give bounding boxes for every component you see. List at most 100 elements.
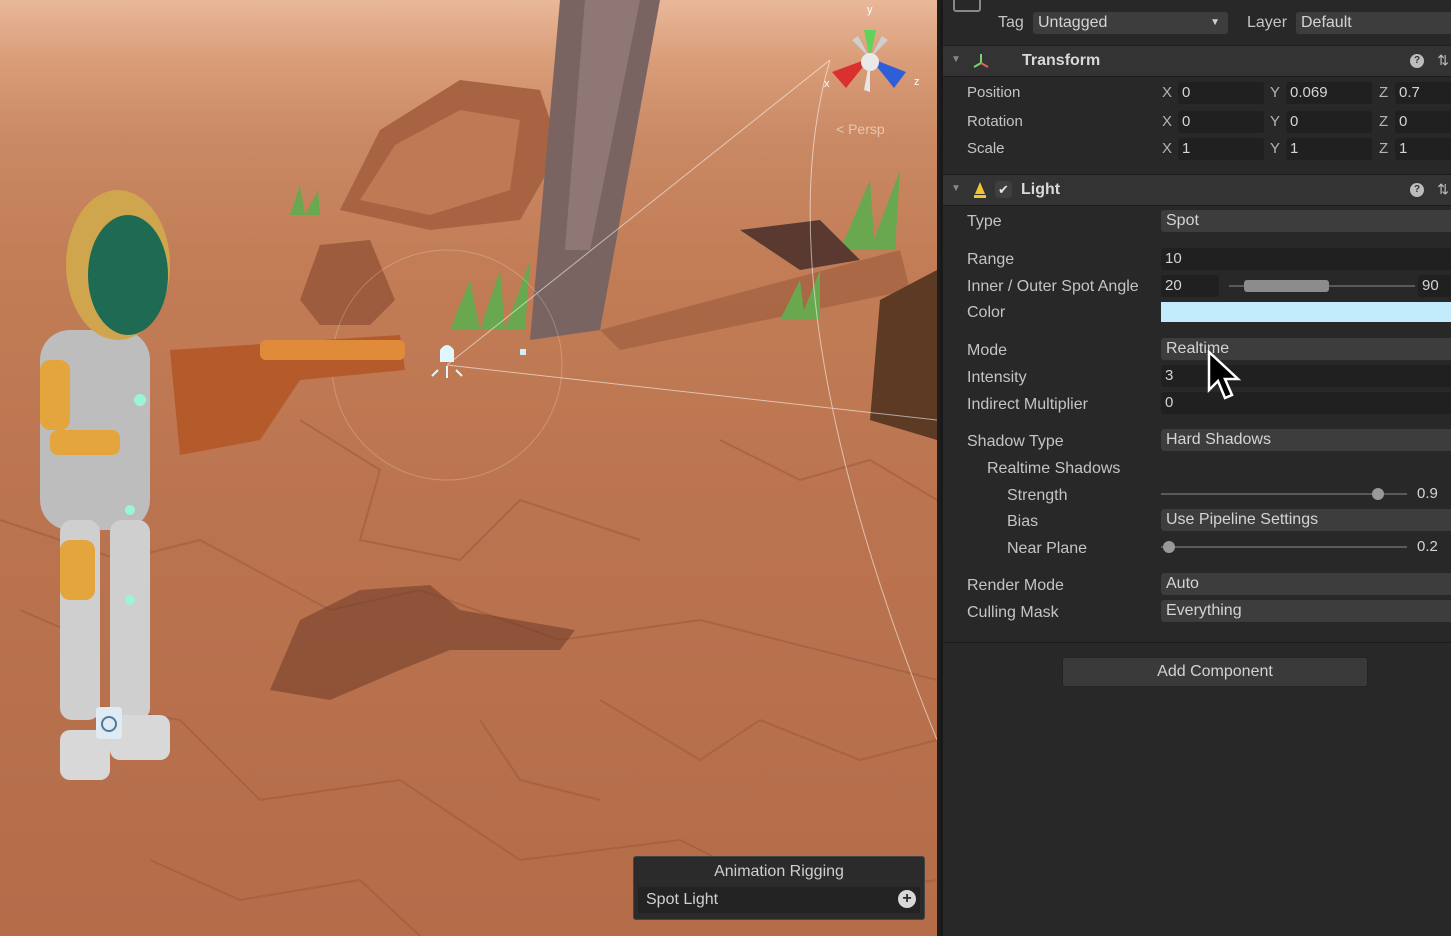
mode-label: Mode <box>967 342 1008 359</box>
layer-value: Default <box>1301 14 1352 31</box>
position-x-field[interactable]: 0 <box>1178 82 1264 104</box>
axis-x-label[interactable]: X <box>1162 113 1172 130</box>
bias-label: Bias <box>1007 513 1039 530</box>
help-icon[interactable]: ? <box>1410 183 1424 197</box>
intensity-field[interactable]: 3 <box>1161 365 1451 387</box>
position-row: Position X 0 Y 0.069 Z 0.7 <box>943 81 1451 105</box>
scene-view[interactable]: y x z < Persp Animation Rigging Spot Lig… <box>0 0 937 936</box>
light-header[interactable]: ▼ ✔ Light ? ⇅ <box>943 174 1451 206</box>
culling-mask-label: Culling Mask <box>967 604 1059 621</box>
position-z-field[interactable]: 0.7 <box>1395 82 1451 104</box>
rotation-label: Rotation <box>967 113 1023 130</box>
spot-light-icon <box>431 345 463 378</box>
scene-render <box>0 0 937 936</box>
chevron-down-icon: ▼ <box>1210 17 1220 28</box>
light-enabled-checkbox[interactable]: ✔ <box>995 181 1012 198</box>
scale-z-field[interactable]: 1 <box>1395 138 1451 160</box>
projection-label[interactable]: < Persp <box>836 121 885 137</box>
strength-field[interactable]: 0.9 <box>1413 483 1451 505</box>
help-icon[interactable]: ? <box>1410 54 1424 68</box>
settings-icon[interactable]: ⇅ <box>1437 52 1449 69</box>
rotation-y-field[interactable]: 0 <box>1286 111 1372 133</box>
scale-x-field[interactable]: 1 <box>1178 138 1264 160</box>
rotation-z-field[interactable]: 0 <box>1395 111 1451 133</box>
range-label: Range <box>967 251 1015 268</box>
bias-dropdown[interactable]: Use Pipeline Settings <box>1161 509 1451 531</box>
intensity-label: Intensity <box>967 369 1027 386</box>
transform-icon <box>973 54 989 68</box>
tag-value: Untagged <box>1038 14 1108 31</box>
render-mode-label: Render Mode <box>967 577 1064 594</box>
axis-z-label[interactable]: Z <box>1379 113 1388 130</box>
tag-dropdown[interactable]: Untagged ▼ <box>1033 12 1228 34</box>
realtime-shadows-label: Realtime Shadows <box>987 460 1121 477</box>
type-dropdown[interactable]: Spot <box>1161 210 1451 232</box>
transform-title: Transform <box>1022 52 1101 69</box>
outer-angle-field[interactable]: 90 <box>1418 275 1451 297</box>
indirect-multiplier-label: Indirect Multiplier <box>967 396 1088 413</box>
animation-rigging-overlay: Animation Rigging Spot Light + <box>633 856 925 920</box>
tag-label: Tag <box>998 14 1024 31</box>
axis-y-label[interactable]: Y <box>1270 140 1280 157</box>
color-swatch[interactable] <box>1161 302 1451 322</box>
strength-slider-knob[interactable] <box>1371 488 1384 500</box>
axis-x-label[interactable]: X <box>1162 84 1172 101</box>
position-label: Position <box>967 84 1021 101</box>
inspector-panel: Tag Untagged ▼ Layer Default ▼ Transform… <box>940 0 1451 936</box>
add-component-button[interactable]: Add Component <box>1062 657 1368 687</box>
axis-z-label[interactable]: Z <box>1379 84 1388 101</box>
animator-icon <box>96 707 122 739</box>
near-plane-label: Near Plane <box>1007 540 1088 557</box>
shadow-type-label: Shadow Type <box>967 433 1064 450</box>
spot-light-item-label: Spot Light <box>646 891 719 908</box>
gizmo-z-label: z <box>914 76 920 88</box>
position-y-field[interactable]: 0.069 <box>1286 82 1372 104</box>
gizmo-x-label: x <box>824 78 830 90</box>
slider-track <box>1161 546 1407 548</box>
strength-label: Strength <box>1007 487 1068 504</box>
add-icon[interactable]: + <box>898 890 916 908</box>
axis-y-label[interactable]: Y <box>1270 84 1280 101</box>
gizmo-y-label: y <box>867 4 873 16</box>
color-label: Color <box>967 304 1006 321</box>
near-plane-slider[interactable] <box>1161 539 1407 555</box>
light-bulb-icon <box>974 182 986 198</box>
light-handle <box>520 349 526 355</box>
shadow-type-dropdown[interactable]: Hard Shadows <box>1161 429 1451 451</box>
transform-header[interactable]: ▼ Transform ? ⇅ <box>943 45 1451 77</box>
indirect-multiplier-field[interactable]: 0 <box>1161 392 1451 414</box>
culling-mask-dropdown[interactable]: Everything <box>1161 600 1451 622</box>
range-field[interactable]: 10 <box>1161 248 1451 270</box>
slider-track <box>1161 493 1407 495</box>
rotation-x-field[interactable]: 0 <box>1178 111 1264 133</box>
overlay-title: Animation Rigging <box>714 863 844 880</box>
scale-y-field[interactable]: 1 <box>1286 138 1372 160</box>
layer-dropdown[interactable]: Default <box>1296 12 1451 34</box>
spot-angle-label: Inner / Outer Spot Angle <box>967 278 1139 295</box>
orientation-gizmo[interactable]: y x z <box>818 4 928 110</box>
rock-small <box>300 240 395 325</box>
mode-dropdown[interactable]: Realtime <box>1161 338 1451 360</box>
axis-x-label[interactable]: X <box>1162 140 1172 157</box>
mouse-cursor-icon <box>1207 350 1242 400</box>
render-mode-dropdown[interactable]: Auto <box>1161 573 1451 595</box>
component-divider <box>943 642 1451 643</box>
rotation-row: Rotation X 0 Y 0 Z 0 <box>943 110 1451 134</box>
axis-y-label[interactable]: Y <box>1270 113 1280 130</box>
overlay-list-item[interactable]: Spot Light + <box>638 887 920 913</box>
strength-slider[interactable] <box>1161 486 1407 502</box>
spot-angle-min-max-slider[interactable] <box>1229 278 1415 294</box>
foldout-arrow-icon[interactable]: ▼ <box>951 183 961 194</box>
gameobject-icon <box>953 0 981 12</box>
axis-z-label[interactable]: Z <box>1379 140 1388 157</box>
inner-angle-field[interactable]: 20 <box>1161 275 1219 297</box>
scale-row: Scale X 1 Y 1 Z 1 <box>943 137 1451 161</box>
light-title: Light <box>1021 181 1061 198</box>
scale-label: Scale <box>967 140 1005 157</box>
settings-icon[interactable]: ⇅ <box>1437 181 1449 198</box>
near-plane-slider-knob[interactable] <box>1163 541 1175 553</box>
foldout-arrow-icon[interactable]: ▼ <box>951 54 961 65</box>
axis-gizmo-icon <box>832 30 906 92</box>
slider-range-handle[interactable] <box>1244 280 1329 292</box>
near-plane-field[interactable]: 0.2 <box>1413 536 1451 558</box>
